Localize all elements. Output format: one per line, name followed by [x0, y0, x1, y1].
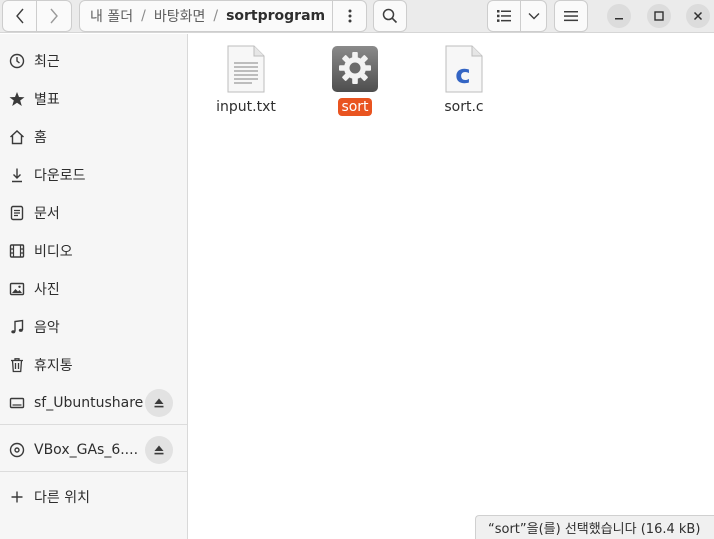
picture-icon — [8, 280, 26, 298]
eject-button[interactable] — [145, 436, 173, 464]
minimize-button[interactable] — [607, 4, 631, 28]
folder-menu-button[interactable] — [332, 1, 366, 31]
sidebar-item-label: 음악 — [34, 320, 60, 336]
list-view-button[interactable] — [487, 0, 521, 32]
music-icon — [8, 318, 26, 336]
file-item-input-txt[interactable]: input.txt — [201, 44, 291, 116]
film-icon — [8, 242, 26, 260]
breadcrumb-separator: / — [213, 8, 219, 24]
sidebar-item-music[interactable]: 음악 — [0, 309, 187, 345]
sidebar-item-label: 휴지통 — [34, 358, 73, 374]
drive-icon — [8, 394, 26, 412]
breadcrumb-desktop[interactable]: 바탕화면 — [148, 6, 212, 26]
main-menu-button[interactable] — [554, 0, 588, 32]
star-icon — [8, 90, 26, 108]
clock-icon — [8, 52, 26, 70]
sidebar-item-label: 비디오 — [34, 244, 73, 260]
sidebar-item-label: VBox_GAs_6.... — [34, 442, 139, 458]
eject-icon — [154, 445, 164, 455]
file-view: input.txt sort c sort.c — [189, 34, 714, 539]
text-file-icon — [221, 44, 271, 94]
sidebar-item-documents[interactable]: 문서 — [0, 195, 187, 231]
svg-text:c: c — [455, 60, 470, 90]
maximize-icon — [654, 11, 664, 21]
disc-icon — [8, 441, 26, 459]
sidebar-item-label: 문서 — [34, 206, 60, 222]
search-button[interactable] — [373, 0, 407, 32]
sidebar: 최근 별표 홈 다운로드 문서 비디오 사진 음악 휴지통 sf_Ubuntus… — [0, 34, 188, 539]
executable-gear-icon — [330, 44, 380, 94]
sidebar-divider — [0, 424, 187, 425]
sidebar-item-label: 사진 — [34, 282, 60, 298]
sidebar-item-videos[interactable]: 비디오 — [0, 233, 187, 269]
file-name: input.txt — [216, 99, 276, 115]
sidebar-item-trash[interactable]: 휴지통 — [0, 347, 187, 383]
vertical-ellipsis-icon — [348, 9, 351, 23]
document-icon — [8, 204, 26, 222]
maximize-button[interactable] — [647, 4, 671, 28]
sidebar-item-label: 다운로드 — [34, 168, 86, 184]
sidebar-divider — [0, 471, 187, 472]
sidebar-item-label: 다른 위치 — [34, 490, 90, 506]
trash-icon — [8, 356, 26, 374]
status-bar: “sort”을(를) 선택했습니다 (16.4 kB) — [475, 515, 714, 539]
sidebar-item-starred[interactable]: 별표 — [0, 81, 187, 117]
sidebar-item-other-locations[interactable]: 다른 위치 — [0, 479, 187, 515]
header-bar: 내 폴더 / 바탕화면 / sortprogram — [0, 0, 714, 33]
file-name: sort — [338, 98, 372, 116]
list-view-icon — [497, 10, 511, 22]
chevron-right-icon — [50, 8, 58, 24]
file-name: sort.c — [444, 99, 484, 115]
breadcrumb: 내 폴더 / 바탕화면 / sortprogram — [79, 0, 367, 32]
close-icon — [693, 11, 703, 21]
sidebar-item-label: sf_Ubuntushare — [34, 395, 144, 411]
sidebar-item-sf-ubuntushare[interactable]: sf_Ubuntushare — [0, 385, 187, 421]
sidebar-item-pictures[interactable]: 사진 — [0, 271, 187, 307]
chevron-down-icon — [528, 13, 539, 20]
sidebar-item-home[interactable]: 홈 — [0, 119, 187, 155]
sidebar-item-vbox-gas[interactable]: VBox_GAs_6.... — [0, 432, 187, 468]
sidebar-item-downloads[interactable]: 다운로드 — [0, 157, 187, 193]
view-options-dropdown[interactable] — [520, 0, 547, 32]
download-icon — [8, 166, 26, 184]
file-item-sort-c[interactable]: c sort.c — [419, 44, 509, 116]
minimize-icon — [615, 18, 623, 20]
home-icon — [8, 128, 26, 146]
close-button[interactable] — [686, 4, 710, 28]
hamburger-menu-icon — [564, 11, 578, 22]
breadcrumb-current-folder[interactable]: sortprogram — [220, 8, 331, 24]
sidebar-item-label: 홈 — [34, 130, 47, 146]
eject-icon — [154, 398, 164, 408]
forward-button[interactable] — [36, 0, 72, 32]
sidebar-item-label: 별표 — [34, 92, 60, 108]
sidebar-item-recent[interactable]: 최근 — [0, 43, 187, 79]
eject-button[interactable] — [145, 389, 173, 417]
file-item-sort[interactable]: sort — [310, 44, 400, 116]
back-button[interactable] — [2, 0, 37, 32]
sidebar-item-label: 최근 — [34, 54, 60, 70]
chevron-left-icon — [15, 8, 24, 24]
breadcrumb-separator: / — [141, 8, 146, 24]
breadcrumb-home[interactable]: 내 폴더 — [80, 6, 139, 26]
plus-icon — [8, 488, 26, 506]
c-source-file-icon: c — [439, 44, 489, 94]
search-icon — [382, 8, 398, 24]
status-text: “sort”을(를) 선택했습니다 (16.4 kB) — [488, 522, 701, 537]
